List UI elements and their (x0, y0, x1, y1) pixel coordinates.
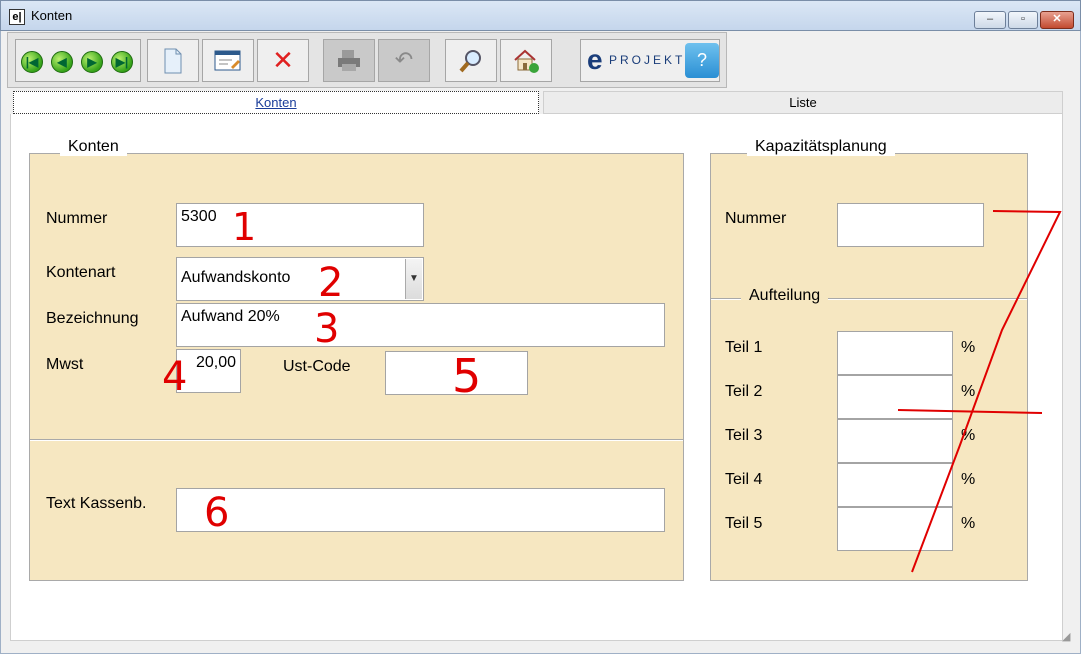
help-chat-icon[interactable]: ? (685, 43, 719, 78)
teil-5-field[interactable] (837, 507, 953, 551)
teil-3-field[interactable] (837, 419, 953, 463)
new-document-icon[interactable] (147, 39, 199, 82)
teil-1-unit: % (961, 339, 976, 356)
teil-4-label: Teil 4 (725, 471, 763, 488)
tab-liste[interactable]: Liste (543, 91, 1063, 114)
kontenart-select[interactable]: Aufwandskonto ▼ (176, 257, 424, 301)
home-icon[interactable] (500, 39, 552, 82)
bezeichnung-field[interactable]: Aufwand 20% (176, 303, 665, 347)
mwst-label: Mwst (46, 356, 84, 373)
search-icon[interactable] (445, 39, 497, 82)
undo-icon: ↶ (378, 39, 430, 82)
edit-form-icon[interactable] (202, 39, 254, 82)
close-button[interactable]: ✕ (1040, 11, 1074, 29)
eprojekt-button[interactable]: e PROJEKT: ? (580, 39, 720, 82)
ustcode-label: Ust-Code (283, 358, 351, 375)
mwst-field[interactable]: 20,00 (176, 349, 241, 393)
kapazitaet-panel-title: Kapazitätsplanung (747, 138, 895, 156)
bezeichnung-label: Bezeichnung (46, 310, 139, 327)
textkassenb-label: Text Kassenb. (46, 495, 147, 512)
record-navigation: |◀ ◀ ▶ ▶| (15, 39, 141, 82)
teil-4-unit: % (961, 471, 976, 488)
next-record-icon[interactable]: ▶ (81, 51, 103, 73)
teil-3-label: Teil 3 (725, 427, 763, 444)
teil-2-label: Teil 2 (725, 383, 763, 400)
minimize-button[interactable]: – (974, 11, 1006, 29)
teil-2-unit: % (961, 383, 976, 400)
nummer-label: Nummer (46, 210, 108, 227)
aufteilung-title: Aufteilung (741, 287, 829, 305)
teil-1-label: Teil 1 (725, 339, 763, 356)
teil-5-label: Teil 5 (725, 515, 763, 532)
nummer-field[interactable]: 5300 (176, 203, 424, 247)
first-record-icon[interactable]: |◀ (21, 51, 43, 73)
teil-2-field[interactable] (837, 375, 953, 419)
teil-4-field[interactable] (837, 463, 953, 507)
teil-5-unit: % (961, 515, 976, 532)
eprojekt-label: PROJEKT: (609, 53, 691, 67)
kontenart-label: Kontenart (46, 264, 116, 281)
app-icon: e| (9, 9, 25, 25)
kap-nummer-label: Nummer (725, 210, 787, 227)
textkassenb-field[interactable] (176, 488, 665, 532)
teil-1-field[interactable] (837, 331, 953, 375)
last-record-icon[interactable]: ▶| (111, 51, 133, 73)
chevron-down-icon[interactable]: ▼ (405, 259, 422, 299)
teil-3-unit: % (961, 427, 976, 444)
title-bar: e| Konten – ▫ ✕ (0, 0, 1081, 31)
resize-grip-icon[interactable]: ◢ (1062, 630, 1076, 644)
tab-konten[interactable]: Konten (13, 91, 539, 114)
toolbar: |◀ ◀ ▶ ▶| ✕ ↶ e PROJEKT: ? (7, 32, 727, 88)
delete-icon[interactable]: ✕ (257, 39, 309, 82)
konten-panel-title: Konten (60, 138, 127, 156)
kontenart-value: Aufwandskonto (181, 269, 291, 286)
prev-record-icon[interactable]: ◀ (51, 51, 73, 73)
print-icon (323, 39, 375, 82)
konten-separator (30, 439, 683, 441)
kap-nummer-field[interactable] (837, 203, 984, 247)
eprojekt-logo: e (587, 44, 603, 75)
window-title: Konten (31, 8, 73, 23)
maximize-button[interactable]: ▫ (1008, 11, 1038, 29)
ustcode-field[interactable] (385, 351, 528, 395)
